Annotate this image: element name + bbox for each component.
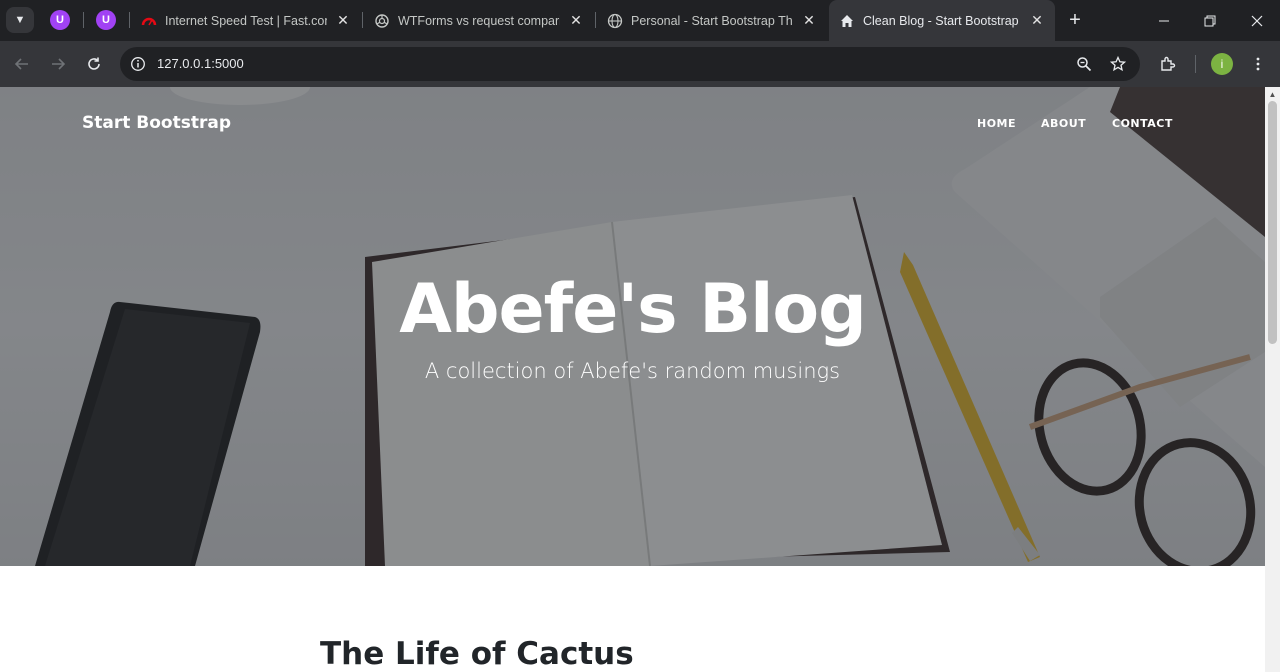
home-icon [839, 13, 855, 29]
page-viewport: Start Bootstrap HOME ABOUT CONTACT Abefe… [0, 87, 1280, 672]
tab-personal[interactable]: Personal - Start Bootstrap Theme ✕ [597, 0, 827, 41]
url-text[interactable]: 127.0.0.1:5000 [157, 56, 244, 71]
scrollbar-thumb[interactable] [1268, 101, 1277, 344]
openai-icon [374, 13, 390, 29]
tab-fast-com[interactable]: Internet Speed Test | Fast.com ✕ [131, 0, 361, 41]
scroll-up-arrow-icon[interactable]: ▲ [1268, 90, 1277, 99]
tab-clean-blog[interactable]: Clean Blog - Start Bootstrap Theme ✕ [829, 0, 1055, 41]
browser-toolbar: 127.0.0.1:5000 i [0, 41, 1280, 87]
chevron-down-icon: ▼ [14, 14, 26, 26]
tab-wtforms[interactable]: WTForms vs request comparison ✕ [364, 0, 594, 41]
forward-button[interactable] [44, 50, 72, 78]
close-tab-icon[interactable]: ✕ [1029, 12, 1045, 29]
pinned-tab-2[interactable]: U [96, 10, 116, 30]
nav-link-about[interactable]: ABOUT [1041, 117, 1086, 130]
profile-avatar[interactable]: i [1211, 53, 1233, 75]
close-window-button[interactable] [1234, 0, 1280, 41]
restore-button[interactable] [1187, 0, 1233, 41]
masthead: Start Bootstrap HOME ABOUT CONTACT Abefe… [0, 87, 1265, 566]
tab-separator [595, 12, 596, 28]
back-button[interactable] [8, 50, 36, 78]
toolbar-separator [1195, 55, 1196, 73]
menu-kebab-icon[interactable] [1244, 50, 1272, 78]
navbar-brand[interactable]: Start Bootstrap [82, 113, 231, 133]
page-subtitle: A collection of Abefe's random musings [424, 359, 841, 383]
close-tab-icon[interactable]: ✕ [335, 12, 351, 29]
site-info-icon[interactable] [128, 54, 148, 74]
tab-strip: ▼ U U Internet Speed Test | Fast.com ✕ W… [0, 0, 1280, 41]
tab-separator [83, 12, 84, 28]
tab-separator [129, 12, 130, 28]
address-bar[interactable]: 127.0.0.1:5000 [120, 47, 1140, 81]
tab-separator [362, 12, 363, 28]
globe-icon [607, 13, 623, 29]
extensions-icon[interactable] [1154, 50, 1182, 78]
speedometer-icon [141, 13, 157, 29]
post-title-link[interactable]: The Life of Cactus [320, 636, 634, 672]
minimize-button[interactable] [1141, 0, 1187, 41]
nav-link-home[interactable]: HOME [977, 117, 1016, 130]
close-tab-icon[interactable]: ✕ [568, 12, 584, 29]
tab-search-button[interactable]: ▼ [6, 7, 34, 33]
new-tab-button[interactable]: + [1064, 9, 1086, 31]
zoom-icon[interactable] [1074, 54, 1094, 74]
close-tab-icon[interactable]: ✕ [801, 12, 817, 29]
page-title: Abefe's Blog [399, 270, 867, 349]
nav-link-contact[interactable]: CONTACT [1112, 117, 1173, 130]
bookmark-star-icon[interactable] [1108, 54, 1128, 74]
reload-button[interactable] [80, 50, 108, 78]
pinned-tab-1[interactable]: U [50, 10, 70, 30]
page-scrollbar[interactable]: ▲ [1265, 87, 1280, 672]
